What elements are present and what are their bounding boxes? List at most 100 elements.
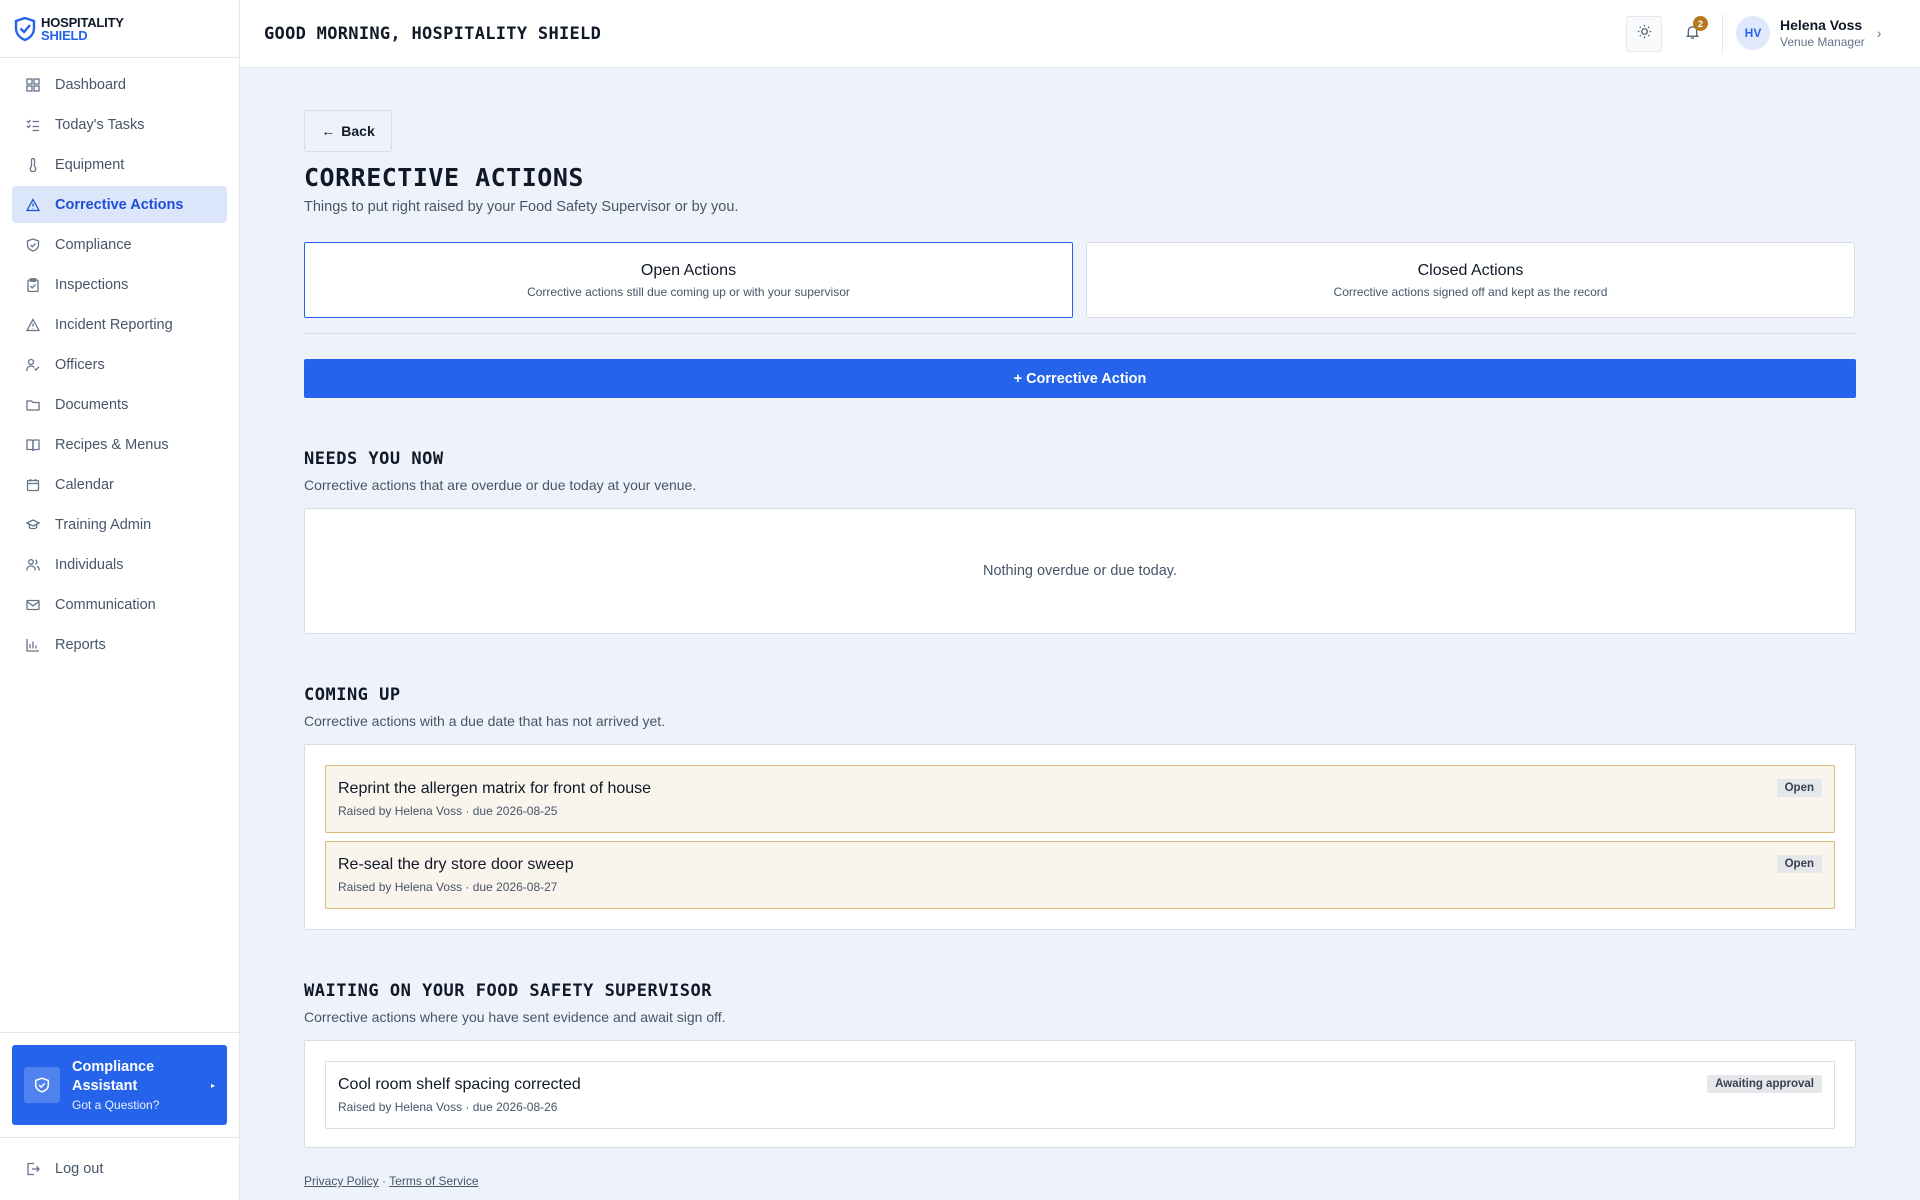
- assistant-title: Compliance Assistant: [72, 1059, 155, 1094]
- list-item[interactable]: Cool room shelf spacing corrected Raised…: [325, 1061, 1835, 1129]
- action-meta: Raised by Helena Voss · due 2026-08-26: [338, 1100, 558, 1114]
- footer-links: Privacy Policy · Terms of Service: [304, 1174, 479, 1188]
- privacy-policy-link[interactable]: Privacy Policy: [304, 1174, 379, 1188]
- clipboard-check-icon: [25, 277, 41, 293]
- sidebar-item-label: Communication: [55, 596, 156, 613]
- theme-toggle-button[interactable]: [1626, 16, 1662, 52]
- calendar-icon: [25, 477, 41, 493]
- coming-up-panel: Reprint the allergen matrix for front of…: [304, 744, 1856, 930]
- sidebar-item-label: Equipment: [55, 156, 125, 173]
- page-subtitle: Things to put right raised by your Food …: [304, 199, 739, 215]
- status-badge: Open: [1776, 855, 1822, 873]
- assistant-subtitle: Got a Question?: [72, 1098, 160, 1112]
- terms-of-service-link[interactable]: Terms of Service: [389, 1174, 478, 1188]
- header-divider: [1722, 14, 1723, 54]
- notifications-button[interactable]: 2: [1674, 16, 1710, 52]
- top-header: GOOD MORNING, HOSPITALITY SHIELD 2 HV He…: [240, 0, 1920, 68]
- action-title: Re-seal the dry store door sweep: [338, 856, 574, 873]
- section-subtitle: Corrective actions where you have sent e…: [304, 1009, 726, 1025]
- sidebar-item-todays-tasks[interactable]: Today's Tasks: [12, 106, 227, 143]
- waiting-panel: Cool room shelf spacing corrected Raised…: [304, 1040, 1856, 1148]
- users-icon: [25, 557, 41, 573]
- tab-title: Open Actions: [640, 262, 737, 279]
- sidebar-item-label: Training Admin: [55, 516, 152, 533]
- user-check-icon: [25, 357, 41, 373]
- sidebar-item-label: Inspections: [55, 276, 129, 293]
- logout-button[interactable]: Log out: [12, 1150, 227, 1187]
- footer-separator: ·: [382, 1174, 387, 1188]
- sidebar-item-corrective-actions[interactable]: Corrective Actions: [12, 186, 227, 223]
- needs-you-now-panel: Nothing overdue or due today.: [304, 508, 1856, 634]
- grid-icon: [25, 77, 41, 93]
- brand-line1: HOSPITALITY: [41, 14, 124, 30]
- action-title: Reprint the allergen matrix for front of…: [338, 780, 652, 797]
- sidebar-item-label: Compliance: [55, 236, 132, 253]
- status-badge: Awaiting approval: [1707, 1075, 1822, 1093]
- greeting-title: GOOD MORNING, HOSPITALITY SHIELD: [264, 23, 602, 44]
- notification-count-badge: 2: [1693, 16, 1708, 31]
- sidebar-item-compliance[interactable]: Compliance: [12, 226, 227, 263]
- tab-description: Corrective actions still due coming up o…: [527, 285, 850, 299]
- sidebar-item-training-admin[interactable]: Training Admin: [12, 506, 227, 543]
- mail-icon: [25, 597, 41, 613]
- sidebar-item-reports[interactable]: Reports: [12, 626, 227, 663]
- empty-state-text: Nothing overdue or due today.: [982, 563, 1177, 579]
- action-meta: Raised by Helena Voss · due 2026-08-27: [338, 880, 558, 894]
- list-item[interactable]: Reprint the allergen matrix for front of…: [325, 765, 1835, 833]
- section-title-needs-you-now: NEEDS YOU NOW: [304, 449, 444, 469]
- folder-icon: [25, 397, 41, 413]
- sidebar-item-label: Dashboard: [55, 76, 126, 93]
- sidebar-item-label: Documents: [55, 396, 129, 413]
- sidebar-item-label: Officers: [55, 356, 105, 373]
- sidebar-item-incident-reporting[interactable]: Incident Reporting: [12, 306, 227, 343]
- sidebar-item-inspections[interactable]: Inspections: [12, 266, 227, 303]
- sidebar-item-label: Recipes & Menus: [55, 436, 169, 453]
- logout-section: Log out: [0, 1137, 239, 1200]
- book-open-icon: [25, 437, 41, 453]
- sidebar-item-recipes-menus[interactable]: Recipes & Menus: [12, 426, 227, 463]
- sidebar-item-dashboard[interactable]: Dashboard: [12, 66, 227, 103]
- avatar: HV: [1736, 16, 1770, 50]
- chevron-right-icon: ›: [1876, 25, 1882, 41]
- compliance-assistant-button[interactable]: Compliance Assistant Got a Question? ▸: [12, 1045, 227, 1125]
- add-corrective-action-button[interactable]: + Corrective Action: [304, 359, 1856, 398]
- arrow-left-icon: ←: [321, 123, 336, 139]
- sidebar-item-label: Calendar: [55, 476, 114, 493]
- assistant-section: Compliance Assistant Got a Question? ▸: [0, 1032, 239, 1137]
- user-name: Helena Voss: [1780, 17, 1863, 33]
- alert-triangle-icon: [25, 317, 41, 333]
- sidebar-item-equipment[interactable]: Equipment: [12, 146, 227, 183]
- sidebar-item-individuals[interactable]: Individuals: [12, 546, 227, 583]
- brand-logo[interactable]: HOSPITALITY SHIELD: [0, 0, 239, 58]
- logout-label: Log out: [55, 1160, 104, 1177]
- tab-open-actions[interactable]: Open Actions Corrective actions still du…: [304, 242, 1073, 318]
- sidebar-item-label: Today's Tasks: [55, 116, 145, 133]
- sidebar-item-calendar[interactable]: Calendar: [12, 466, 227, 503]
- section-title-waiting-on-supervisor: WAITING ON YOUR FOOD SAFETY SUPERVISOR: [304, 981, 712, 1001]
- sidebar-item-documents[interactable]: Documents: [12, 386, 227, 423]
- sidebar-item-label: Corrective Actions: [55, 196, 184, 213]
- back-button[interactable]: ← Back: [304, 110, 392, 152]
- sidebar-item-label: Reports: [55, 636, 106, 653]
- tab-closed-actions[interactable]: Closed Actions Corrective actions signed…: [1086, 242, 1855, 318]
- tab-description: Corrective actions signed off and kept a…: [1333, 285, 1608, 299]
- bar-chart-icon: [25, 637, 41, 653]
- action-title: Cool room shelf spacing corrected: [338, 1076, 581, 1093]
- list-item[interactable]: Re-seal the dry store door sweep Raised …: [325, 841, 1835, 909]
- shield-logo-icon: [14, 16, 36, 41]
- sidebar-nav: Dashboard Today's Tasks Equipment Correc…: [0, 58, 239, 674]
- graduation-cap-icon: [25, 517, 41, 533]
- page-title: CORRECTIVE ACTIONS: [304, 163, 584, 192]
- sidebar-item-communication[interactable]: Communication: [12, 586, 227, 623]
- user-menu[interactable]: HV Helena Voss Venue Manager ›: [1736, 16, 1881, 50]
- section-subtitle: Corrective actions with a due date that …: [304, 713, 666, 729]
- sidebar-item-officers[interactable]: Officers: [12, 346, 227, 383]
- shield-check-icon: [25, 237, 41, 253]
- section-title-coming-up: COMING UP: [304, 685, 401, 705]
- checklist-icon: [25, 117, 41, 133]
- tab-title: Closed Actions: [1417, 262, 1524, 279]
- caret-right-icon: ▸: [210, 1081, 215, 1090]
- shield-check-icon: [24, 1067, 60, 1103]
- sun-icon: [1637, 24, 1652, 44]
- action-meta: Raised by Helena Voss · due 2026-08-25: [338, 804, 558, 818]
